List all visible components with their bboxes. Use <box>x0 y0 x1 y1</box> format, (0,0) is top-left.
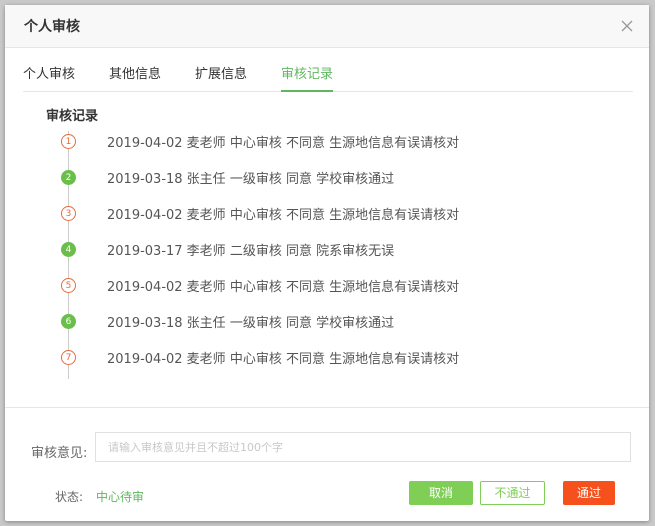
step-marker-icon: 2 <box>61 170 76 185</box>
status-value: 中心待审 <box>96 490 145 504</box>
section-title: 审核记录 <box>46 109 99 124</box>
timeline-item: 2 2019-03-18 张主任 一级审核 同意 学校审核通过 <box>5 167 649 203</box>
opinion-label: 审核意见: <box>31 446 88 461</box>
status-label: 状态: <box>55 490 84 504</box>
step-marker-icon: 6 <box>61 314 76 329</box>
timeline-item: 4 2019-03-17 李老师 二级审核 同意 院系审核无误 <box>5 239 649 275</box>
timeline-item-text: 2019-04-02 麦老师 中心审核 不同意 生源地信息有误请核对 <box>107 136 460 151</box>
step-marker-icon: 4 <box>61 242 76 257</box>
timeline-item-text: 2019-03-18 张主任 一级审核 同意 学校审核通过 <box>107 316 395 331</box>
tab-extended-info[interactable]: 扩展信息 <box>195 63 247 82</box>
approve-button[interactable]: 通过 <box>563 481 615 505</box>
dialog-footer: 审核意见: 状态: 中心待审 取消 不通过 通过 <box>5 407 649 522</box>
timeline-item-text: 2019-03-18 张主任 一级审核 同意 学校审核通过 <box>107 172 395 187</box>
timeline-item: 1 2019-04-02 麦老师 中心审核 不同意 生源地信息有误请核对 <box>5 131 649 167</box>
timeline-item-text: 2019-04-02 麦老师 中心审核 不同意 生源地信息有误请核对 <box>107 208 460 223</box>
close-icon[interactable] <box>619 18 635 34</box>
step-marker-icon: 1 <box>61 134 76 149</box>
step-marker-icon: 7 <box>61 350 76 365</box>
tab-bar: 个人审核 其他信息 扩展信息 审核记录 <box>23 57 633 92</box>
tab-personal-review[interactable]: 个人审核 <box>23 63 75 82</box>
tab-other-info[interactable]: 其他信息 <box>109 63 161 82</box>
timeline-item: 6 2019-03-18 张主任 一级审核 同意 学校审核通过 <box>5 311 649 347</box>
review-dialog: 个人审核 个人审核 其他信息 扩展信息 审核记录 审核记录 1 2019-04-… <box>5 5 649 521</box>
step-marker-icon: 5 <box>61 278 76 293</box>
tab-review-records[interactable]: 审核记录 <box>281 63 333 82</box>
timeline-item-text: 2019-04-02 麦老师 中心审核 不同意 生源地信息有误请核对 <box>107 280 460 295</box>
timeline-item: 5 2019-04-02 麦老师 中心审核 不同意 生源地信息有误请核对 <box>5 275 649 311</box>
timeline-item-text: 2019-04-02 麦老师 中心审核 不同意 生源地信息有误请核对 <box>107 352 460 367</box>
dialog-title: 个人审核 <box>24 19 80 35</box>
reject-button[interactable]: 不通过 <box>480 481 545 505</box>
opinion-input[interactable] <box>95 432 631 462</box>
step-marker-icon: 3 <box>61 206 76 221</box>
timeline-item-text: 2019-03-17 李老师 二级审核 同意 院系审核无误 <box>107 244 395 259</box>
active-tab-indicator <box>281 90 333 92</box>
timeline-item: 3 2019-04-02 麦老师 中心审核 不同意 生源地信息有误请核对 <box>5 203 649 239</box>
timeline-item: 7 2019-04-02 麦老师 中心审核 不同意 生源地信息有误请核对 <box>5 347 649 383</box>
dialog-header: 个人审核 <box>5 5 649 48</box>
cancel-button[interactable]: 取消 <box>409 481 473 505</box>
